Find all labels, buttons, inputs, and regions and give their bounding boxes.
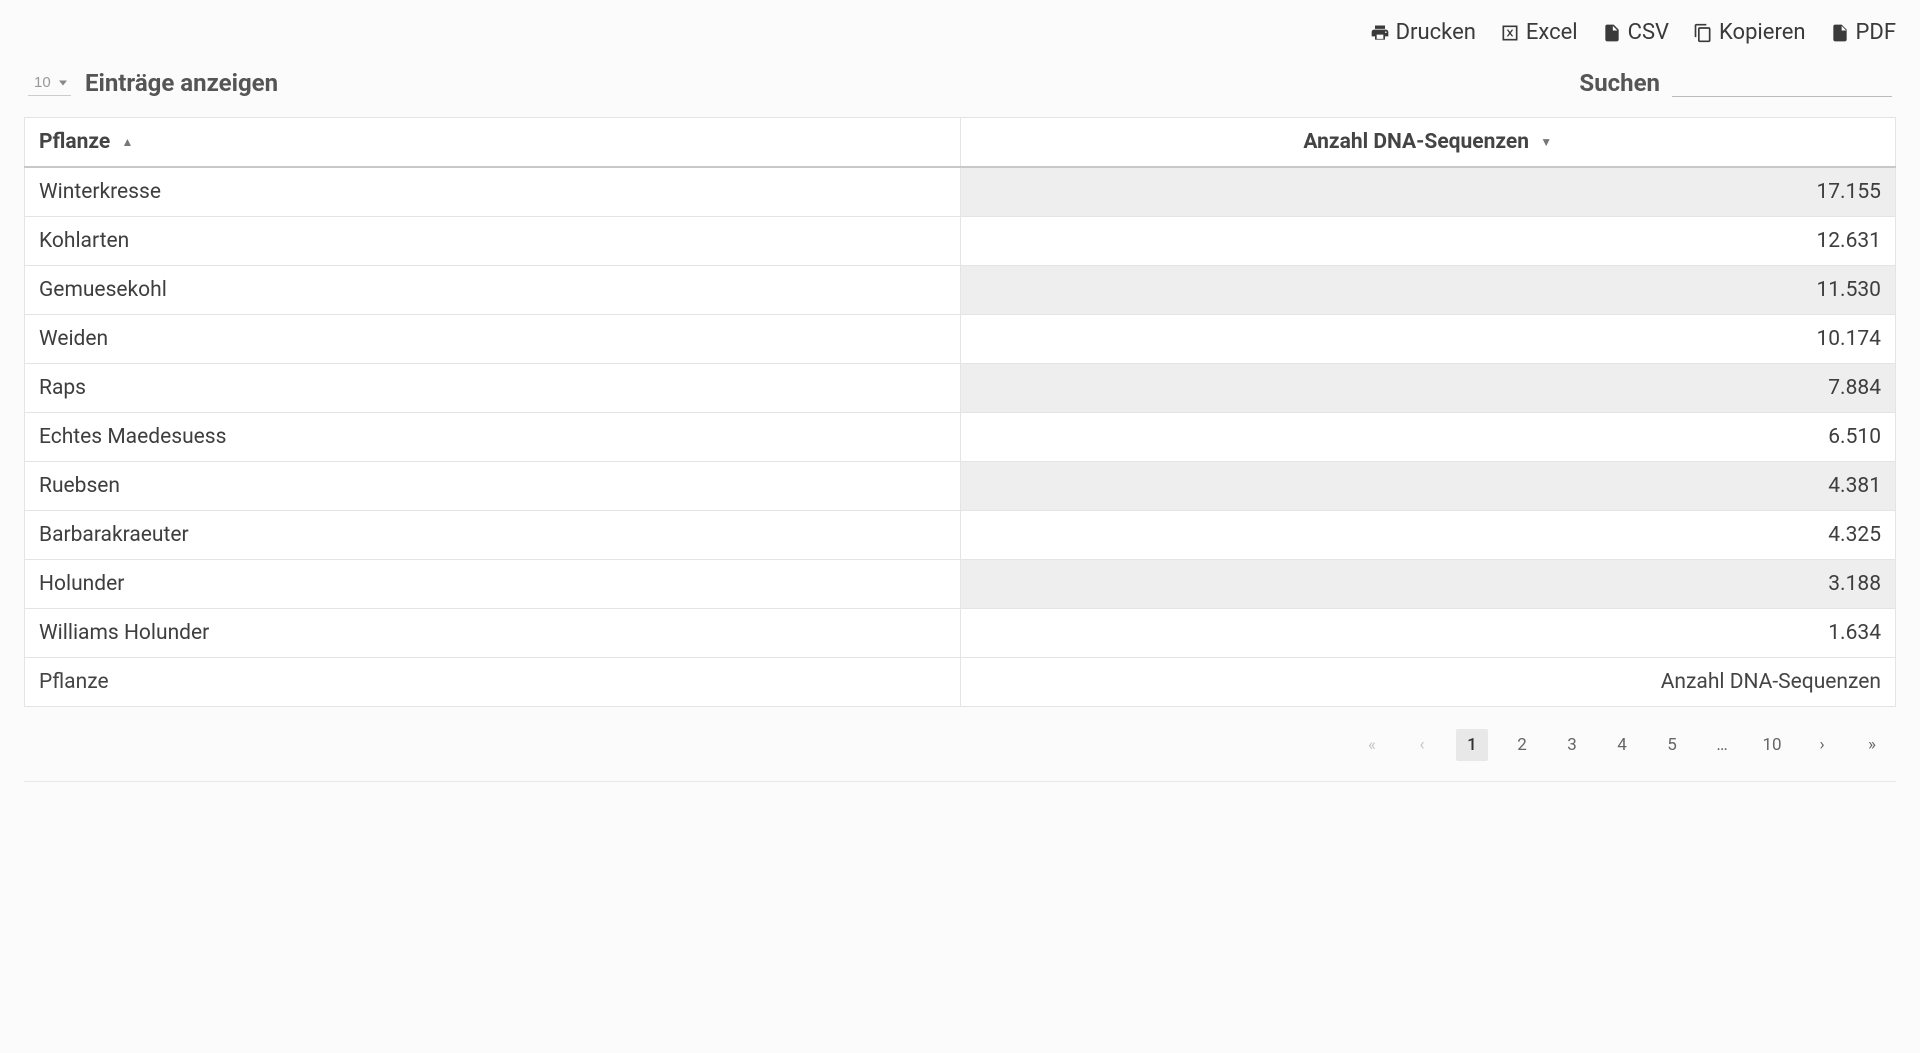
print-button[interactable]: Drucken: [1370, 20, 1476, 45]
column-header-count[interactable]: Anzahl DNA-Sequenzen ▼: [960, 118, 1896, 168]
cell-count: 17.155: [960, 167, 1896, 217]
page-number-button[interactable]: 2: [1506, 729, 1538, 761]
table-row: Barbarakraeuter4.325: [25, 511, 1896, 560]
entries-select[interactable]: 10: [28, 70, 71, 96]
cell-plant: Weiden: [25, 315, 961, 364]
page-number-button[interactable]: 10: [1756, 729, 1788, 761]
export-toolbar: Drucken Excel CSV Kopieren PDF: [24, 20, 1896, 45]
cell-count: 3.188: [960, 560, 1896, 609]
cell-plant: Echtes Maedesuess: [25, 413, 961, 462]
table-row: Williams Holunder1.634: [25, 609, 1896, 658]
page-number-button[interactable]: 1: [1456, 729, 1488, 761]
table-row: Ruebsen4.381: [25, 462, 1896, 511]
sort-asc-icon: ▲: [122, 135, 134, 149]
excel-label: Excel: [1526, 20, 1578, 45]
table-row: Gemuesekohl11.530: [25, 266, 1896, 315]
excel-button[interactable]: Excel: [1500, 20, 1578, 45]
excel-icon: [1500, 23, 1520, 43]
data-table: Pflanze ▲ Anzahl DNA-Sequenzen ▼ Winterk…: [24, 117, 1896, 707]
copy-icon: [1693, 23, 1713, 43]
cell-count: 7.884: [960, 364, 1896, 413]
column-header-count-label: Anzahl DNA-Sequenzen: [1303, 130, 1529, 154]
cell-plant: Barbarakraeuter: [25, 511, 961, 560]
page-last-button[interactable]: »: [1856, 729, 1888, 761]
table-row: Weiden10.174: [25, 315, 1896, 364]
search-input[interactable]: [1672, 70, 1892, 97]
pdf-button[interactable]: PDF: [1830, 20, 1896, 45]
cell-count: 10.174: [960, 315, 1896, 364]
search-label: Suchen: [1579, 69, 1660, 97]
cell-count: 12.631: [960, 217, 1896, 266]
copy-button[interactable]: Kopieren: [1693, 20, 1806, 45]
table-row: Holunder3.188: [25, 560, 1896, 609]
csv-button[interactable]: CSV: [1602, 20, 1669, 45]
column-header-plant-label: Pflanze: [39, 130, 110, 154]
csv-label: CSV: [1628, 20, 1669, 45]
footer-count: Anzahl DNA-Sequenzen: [960, 658, 1896, 707]
table-row: Kohlarten12.631: [25, 217, 1896, 266]
page-ellipsis: …: [1706, 729, 1738, 761]
csv-icon: [1602, 23, 1622, 43]
cell-plant: Kohlarten: [25, 217, 961, 266]
page-number-button[interactable]: 3: [1556, 729, 1588, 761]
page-number-button[interactable]: 4: [1606, 729, 1638, 761]
pdf-label: PDF: [1856, 20, 1896, 45]
cell-count: 11.530: [960, 266, 1896, 315]
sort-desc-icon: ▼: [1540, 135, 1552, 149]
table-body: Winterkresse17.155Kohlarten12.631Gemuese…: [25, 167, 1896, 658]
print-icon: [1370, 23, 1390, 43]
page-prev-button[interactable]: ‹: [1406, 729, 1438, 761]
table-row: Raps7.884: [25, 364, 1896, 413]
cell-count: 6.510: [960, 413, 1896, 462]
cell-count: 4.381: [960, 462, 1896, 511]
cell-plant: Ruebsen: [25, 462, 961, 511]
page-first-button[interactable]: «: [1356, 729, 1388, 761]
cell-plant: Winterkresse: [25, 167, 961, 217]
cell-count: 4.325: [960, 511, 1896, 560]
footer-plant: Pflanze: [25, 658, 961, 707]
page-next-button[interactable]: ›: [1806, 729, 1838, 761]
cell-plant: Raps: [25, 364, 961, 413]
table-controls: 10 Einträge anzeigen Suchen: [24, 69, 1896, 97]
search-control: Suchen: [1579, 69, 1892, 97]
entries-control: 10 Einträge anzeigen: [28, 69, 278, 97]
cell-plant: Holunder: [25, 560, 961, 609]
cell-count: 1.634: [960, 609, 1896, 658]
table-row: Echtes Maedesuess6.510: [25, 413, 1896, 462]
entries-label: Einträge anzeigen: [85, 69, 278, 97]
pdf-icon: [1830, 23, 1850, 43]
cell-plant: Gemuesekohl: [25, 266, 961, 315]
pagination: « ‹ 12345 … 10 › »: [24, 729, 1896, 782]
table-row: Winterkresse17.155: [25, 167, 1896, 217]
column-header-plant[interactable]: Pflanze ▲: [25, 118, 961, 168]
print-label: Drucken: [1396, 20, 1476, 45]
page-number-button[interactable]: 5: [1656, 729, 1688, 761]
cell-plant: Williams Holunder: [25, 609, 961, 658]
copy-label: Kopieren: [1719, 20, 1806, 45]
